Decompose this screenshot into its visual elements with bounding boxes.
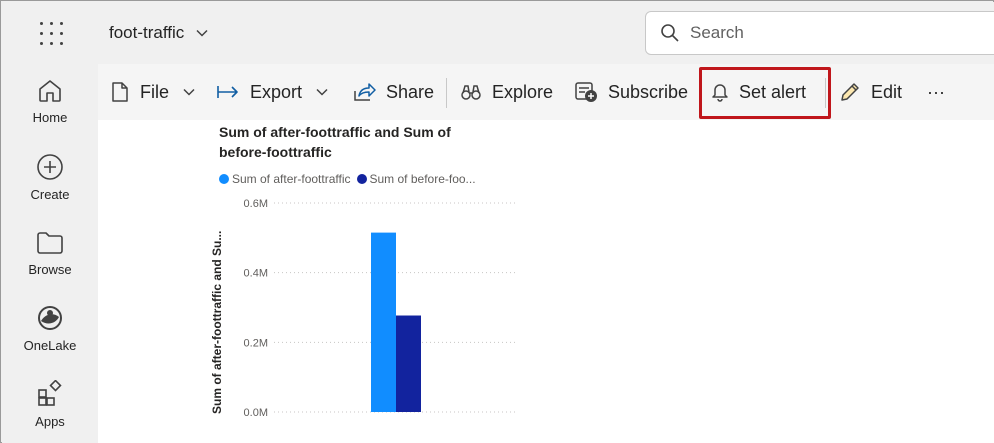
bar-before-foottraffic[interactable] bbox=[396, 315, 421, 412]
y-tick-label: 0.2M bbox=[244, 337, 268, 349]
onelake-icon bbox=[38, 306, 62, 330]
top-header: foot-traffic Search bbox=[2, 2, 994, 64]
apps-icon bbox=[38, 380, 62, 406]
nav-browse-label: Browse bbox=[28, 262, 72, 277]
nav-apps[interactable]: Apps bbox=[2, 380, 98, 429]
nav-create[interactable]: Create bbox=[2, 153, 98, 202]
nav-create-label: Create bbox=[30, 187, 70, 202]
bar-chart-plot: 0.6M 0.4M 0.2M 0.0M bbox=[244, 198, 518, 419]
plus-circle-icon bbox=[37, 154, 63, 180]
workspace-name: foot-traffic bbox=[109, 23, 185, 42]
app-launcher-icon[interactable] bbox=[40, 22, 64, 46]
y-tick-label: 0.6M bbox=[244, 198, 268, 210]
nav-home-label: Home bbox=[32, 110, 68, 125]
y-tick-label: 0.0M bbox=[244, 407, 268, 419]
folder-icon bbox=[37, 232, 63, 254]
report-content: File Export Share Explore Subscribe Set … bbox=[98, 64, 994, 443]
search-box[interactable]: Search bbox=[645, 11, 994, 55]
chevron-down-icon bbox=[196, 29, 208, 37]
search-placeholder: Search bbox=[690, 23, 744, 42]
nav-apps-label: Apps bbox=[35, 414, 65, 429]
left-nav: Home Create Browse OneLake Apps bbox=[2, 64, 98, 443]
nav-home[interactable]: Home bbox=[2, 78, 98, 125]
y-tick-label: 0.4M bbox=[244, 268, 268, 280]
workspace-selector[interactable]: foot-traffic bbox=[109, 23, 208, 43]
nav-onelake-label: OneLake bbox=[23, 338, 77, 353]
search-icon bbox=[661, 24, 679, 42]
home-icon bbox=[39, 80, 61, 102]
app-window: foot-traffic Search Home Create Browse O… bbox=[0, 0, 994, 443]
nav-onelake[interactable]: OneLake bbox=[2, 304, 98, 353]
nav-browse[interactable]: Browse bbox=[2, 230, 98, 277]
bar-after-foottraffic[interactable] bbox=[371, 232, 396, 412]
